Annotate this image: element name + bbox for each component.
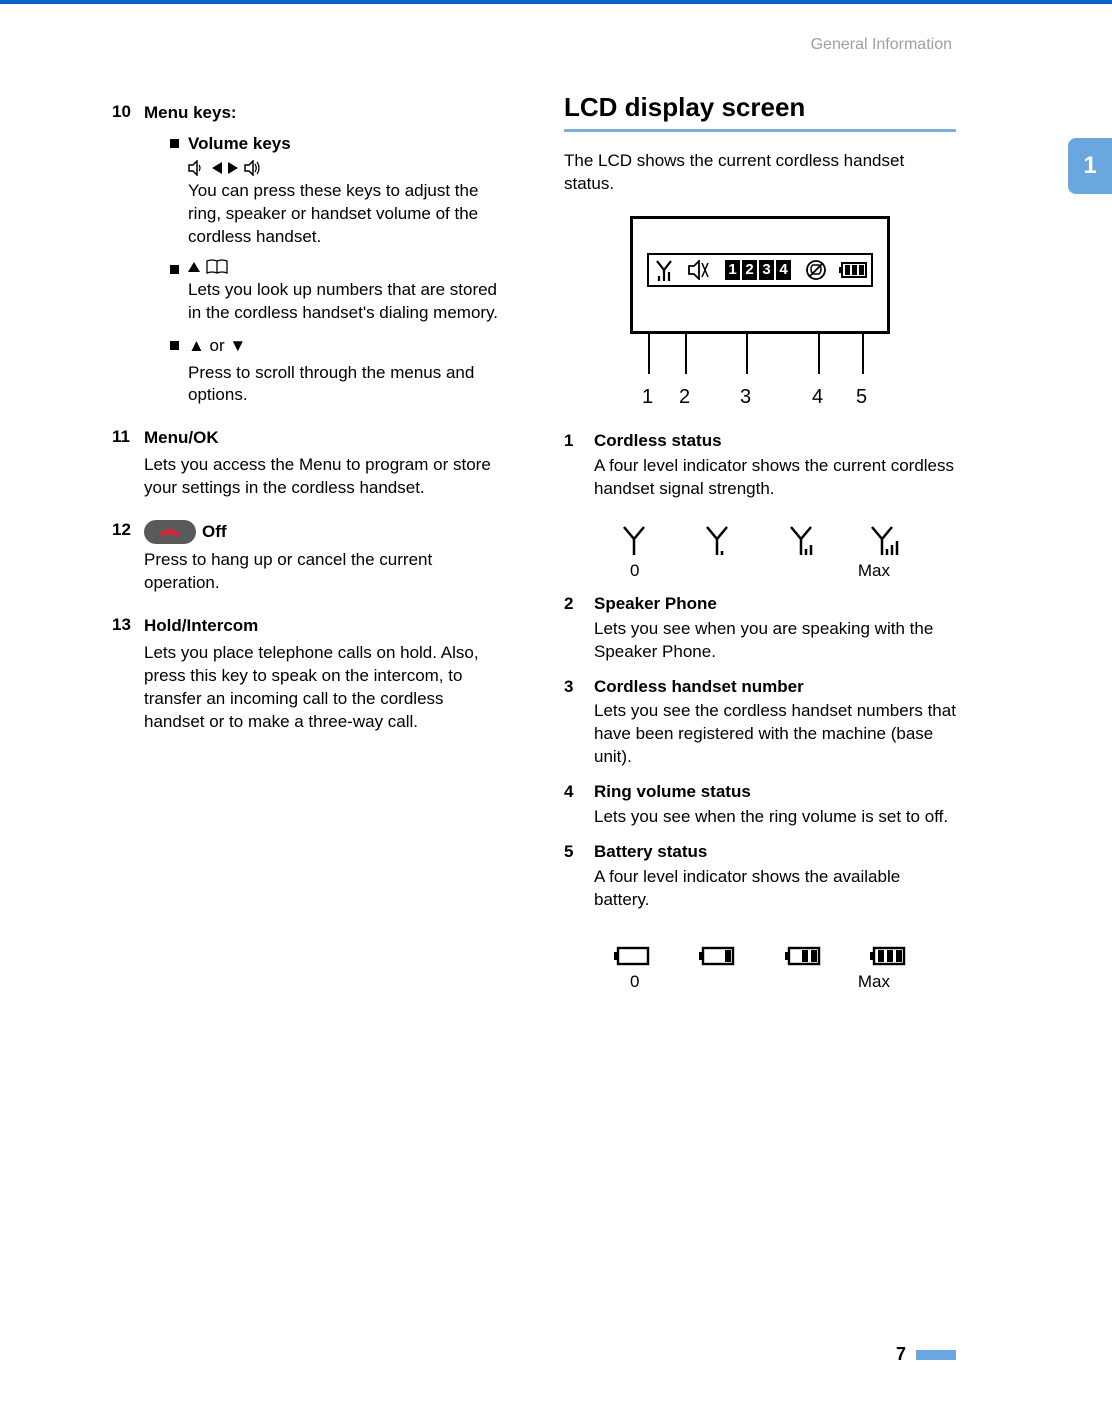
desc-heading: Speaker Phone <box>594 593 956 616</box>
desc-1: 1 Cordless status A four level indicator… <box>564 430 956 501</box>
item-13: 13 Hold/Intercom Lets you place telephon… <box>112 615 504 744</box>
handset-num: 2 <box>742 260 757 280</box>
item-10: 10 Menu keys: Volume keys You can press … <box>112 102 504 417</box>
chapter-tab: 1 <box>1068 138 1112 194</box>
right-column: LCD display screen The LCD shows the cur… <box>554 92 956 992</box>
handset-num: 3 <box>759 260 774 280</box>
signal-min-label: 0 <box>630 561 639 581</box>
off-button-icon <box>144 520 196 544</box>
item-number: 13 <box>112 615 136 744</box>
item-desc: Lets you place telephone calls on hold. … <box>144 642 504 734</box>
bullet-desc: Lets you look up numbers that are stored… <box>188 279 504 325</box>
desc-heading: Battery status <box>594 841 956 864</box>
book-icon <box>206 259 228 275</box>
item-number: 11 <box>112 427 136 510</box>
desc-heading: Ring volume status <box>594 781 948 804</box>
intro-text: The LCD shows the current cordless hands… <box>564 150 956 196</box>
battery-min-label: 0 <box>630 972 639 992</box>
bullet-lookup: Lets you look up numbers that are stored… <box>170 259 504 325</box>
battery-2-icon <box>785 946 821 966</box>
speaker-high-icon <box>244 160 264 176</box>
page-number: 7 <box>896 1344 906 1365</box>
item-desc: Lets you access the Menu to program or s… <box>144 454 504 500</box>
page-footer: 7 <box>896 1344 956 1365</box>
battery-1-icon <box>699 946 735 966</box>
signal-2-icon <box>787 525 815 555</box>
speaker-low-icon <box>188 160 206 176</box>
handset-num: 4 <box>776 260 791 280</box>
bullet-volume-keys: Volume keys You can press these keys to … <box>170 133 504 249</box>
desc-text: Lets you see when the ring volume is set… <box>594 807 948 826</box>
desc-2: 2 Speaker Phone Lets you see when you ar… <box>564 593 956 664</box>
desc-heading: Cordless handset number <box>594 676 956 699</box>
signal-0-icon <box>620 525 648 555</box>
bullet-title: Volume keys <box>188 134 291 153</box>
desc-num: 4 <box>564 781 582 829</box>
footer-bar <box>916 1350 956 1360</box>
header-section-label: General Information <box>811 36 952 54</box>
desc-text: A four level indicator shows the current… <box>594 456 954 498</box>
arrow-right-icon <box>228 162 238 174</box>
left-column: 10 Menu keys: Volume keys You can press … <box>112 92 514 992</box>
signal-levels <box>564 519 956 555</box>
battery-icon <box>839 262 867 278</box>
section-title: LCD display screen <box>564 92 956 132</box>
item-title: Off <box>202 521 227 544</box>
speaker-phone-icon <box>688 260 712 280</box>
item-number: 10 <box>112 102 136 417</box>
signal-icon <box>653 259 675 281</box>
page-content: 10 Menu keys: Volume keys You can press … <box>112 92 956 992</box>
bullet-desc: Press to scroll through the menus and op… <box>188 362 504 408</box>
item-number: 12 <box>112 520 136 605</box>
handset-num: 1 <box>725 260 740 280</box>
item-12: 12 Off Press to hang up or cancel the cu… <box>112 520 504 605</box>
bullet-scroll: ▲ or ▼ Press to scroll through the menus… <box>170 335 504 408</box>
callout-num: 5 <box>856 386 867 409</box>
desc-4: 4 Ring volume status Lets you see when t… <box>564 781 956 829</box>
desc-heading: Cordless status <box>594 430 956 453</box>
desc-text: Lets you see the cordless handset number… <box>594 701 956 766</box>
top-rule <box>0 0 1112 4</box>
bullet-title: ▲ or ▼ <box>188 336 246 355</box>
callout-num: 2 <box>679 386 690 409</box>
signal-3-icon <box>870 525 900 555</box>
callout-num: 4 <box>812 386 823 409</box>
callout-num: 1 <box>642 386 653 409</box>
signal-max-label: Max <box>858 561 890 581</box>
desc-5: 5 Battery status A four level indicator … <box>564 841 956 912</box>
lcd-figure: 1 2 3 4 1 2 <box>630 216 890 406</box>
item-desc: Press to hang up or cancel the current o… <box>144 549 504 595</box>
arrow-left-icon <box>212 162 222 174</box>
desc-text: A four level indicator shows the availab… <box>594 867 900 909</box>
desc-num: 3 <box>564 676 582 770</box>
item-11: 11 Menu/OK Lets you access the Menu to p… <box>112 427 504 510</box>
bullet-desc: You can press these keys to adjust the r… <box>188 180 504 249</box>
battery-max-label: Max <box>858 972 890 992</box>
desc-num: 5 <box>564 841 582 912</box>
desc-text: Lets you see when you are speaking with … <box>594 619 933 661</box>
desc-3: 3 Cordless handset number Lets you see t… <box>564 676 956 770</box>
battery-levels <box>564 930 956 966</box>
signal-1-icon <box>703 525 731 555</box>
volume-keys-icons <box>188 160 504 176</box>
desc-num: 1 <box>564 430 582 501</box>
ring-off-icon <box>805 259 827 281</box>
battery-0-icon <box>614 946 650 966</box>
item-title: Menu/OK <box>144 428 219 447</box>
item-title: Hold/Intercom <box>144 616 258 635</box>
item-title: Menu keys: <box>144 103 237 122</box>
battery-3-icon <box>870 946 906 966</box>
arrow-up-icon <box>188 262 200 272</box>
desc-num: 2 <box>564 593 582 664</box>
hangup-icon <box>158 526 182 538</box>
callout-num: 3 <box>740 386 751 409</box>
